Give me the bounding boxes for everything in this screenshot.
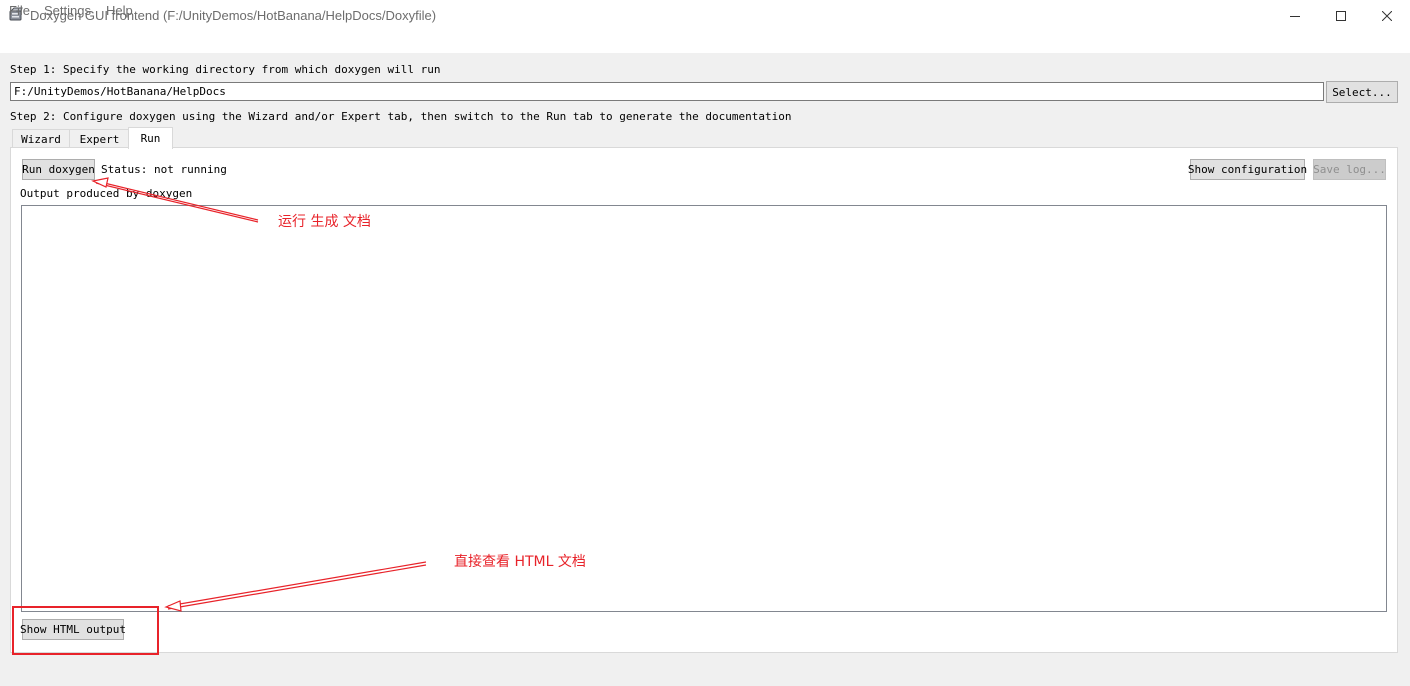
step2-label: Step 2: Configure doxygen using the Wiza… [10, 110, 792, 123]
doxygen-output-log[interactable] [21, 205, 1387, 612]
menu-bar [0, 31, 1410, 53]
select-directory-button[interactable]: Select... [1326, 81, 1398, 103]
tab-expert[interactable]: Expert [69, 129, 130, 148]
run-status-text: Status: not running [101, 163, 227, 176]
annotation-highlight-box [12, 606, 159, 655]
annotation-run-note: 运行 生成 文档 [278, 214, 371, 230]
step1-label: Step 1: Specify the working directory fr… [10, 63, 441, 76]
show-configuration-button[interactable]: Show configuration [1188, 159, 1307, 180]
output-label: Output produced by doxygen [20, 187, 193, 200]
tab-run[interactable]: Run [128, 127, 173, 149]
run-doxygen-button[interactable]: Run doxygen [22, 159, 95, 180]
working-directory-input[interactable] [10, 82, 1324, 101]
menu-settings[interactable]: Settings [44, 3, 91, 18]
close-button[interactable] [1364, 0, 1410, 31]
menu-help[interactable]: Help [106, 3, 133, 18]
minimize-button[interactable] [1272, 0, 1318, 31]
save-log-button[interactable]: Save log... [1313, 159, 1386, 180]
tab-wizard[interactable]: Wizard [12, 129, 70, 148]
minimize-icon [1290, 15, 1300, 17]
annotation-html-note: 直接查看 HTML 文档 [454, 554, 586, 570]
maximize-button[interactable] [1318, 0, 1364, 31]
menu-file[interactable]: File [9, 3, 30, 18]
close-icon [1382, 10, 1392, 21]
maximize-icon [1336, 10, 1346, 21]
